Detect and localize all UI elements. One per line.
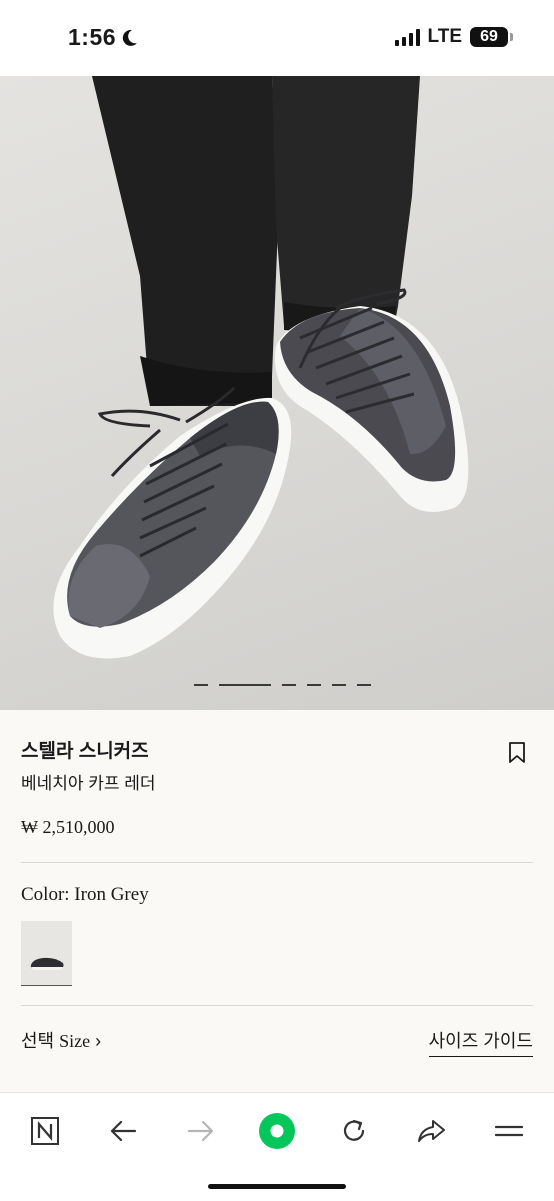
- forward-arrow-icon: [187, 1120, 214, 1142]
- menu-button[interactable]: [489, 1111, 529, 1151]
- refresh-icon: [343, 1119, 365, 1141]
- carousel-dot[interactable]: [357, 684, 371, 686]
- size-label-en: Size: [59, 1031, 91, 1051]
- clock-text: 1:56: [68, 24, 117, 50]
- status-indicators: LTE 69: [394, 26, 513, 48]
- back-button[interactable]: [103, 1111, 143, 1151]
- size-select-button[interactable]: 선택 Size ›: [21, 1027, 101, 1053]
- home-indicator: [208, 1184, 346, 1189]
- menu-icon: [495, 1125, 523, 1137]
- carousel-indicator[interactable]: [194, 684, 371, 686]
- home-circle-icon: [259, 1113, 295, 1149]
- size-label-ko: 선택: [21, 1031, 55, 1051]
- green-home-button[interactable]: [257, 1111, 297, 1151]
- carousel-dot[interactable]: [332, 684, 346, 686]
- moon-icon: [122, 29, 138, 46]
- product-subtitle: 베네치아 카프 레더: [21, 774, 156, 793]
- carousel-dot[interactable]: [282, 684, 296, 686]
- carousel-dot-active[interactable]: [219, 684, 271, 686]
- size-row: 선택 Size › 사이즈 가이드: [21, 1026, 533, 1057]
- swatch-shoe-thumbnail: [30, 957, 64, 970]
- back-arrow-icon: [110, 1120, 137, 1142]
- share-icon: [418, 1120, 445, 1142]
- product-image[interactable]: [0, 76, 554, 710]
- product-info: 스텔라 스니커즈 베네치아 카프 레더 ₩ 2,510,000: [21, 740, 533, 838]
- product-price: ₩ 2,510,000: [21, 817, 115, 837]
- signal-icon: [394, 28, 420, 46]
- carousel-dot[interactable]: [307, 684, 321, 686]
- battery-icon: 69: [470, 27, 513, 47]
- naver-home-button[interactable]: [25, 1111, 65, 1151]
- forward-button[interactable]: [181, 1111, 221, 1151]
- chevron-right-icon: ›: [95, 1031, 102, 1051]
- network-label: LTE: [427, 26, 462, 47]
- size-guide-link[interactable]: 사이즈 가이드: [428, 1027, 533, 1057]
- product-photo-illustration: [53, 76, 469, 659]
- divider: [21, 862, 533, 863]
- color-label: Color: Iron Grey: [21, 884, 149, 905]
- status-bar: 1:56 LTE 69: [0, 0, 554, 76]
- refresh-button[interactable]: [334, 1111, 374, 1151]
- color-swatch[interactable]: [21, 921, 72, 986]
- carousel-dot[interactable]: [194, 684, 208, 686]
- bookmark-icon[interactable]: [508, 742, 526, 764]
- status-time: 1:56: [68, 24, 138, 51]
- share-button[interactable]: [411, 1111, 451, 1151]
- divider: [21, 1005, 533, 1006]
- product-title: 스텔라 스니커즈: [21, 741, 149, 762]
- naver-n-icon: [31, 1117, 59, 1145]
